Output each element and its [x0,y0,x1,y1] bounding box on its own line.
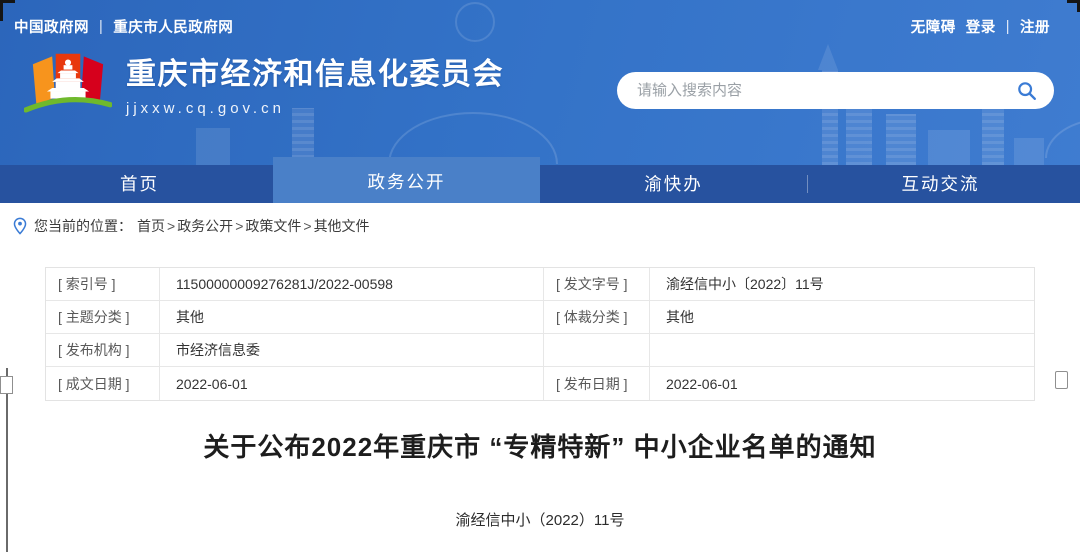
breadcrumb: 您当前的位置： 首页 > 政务公开 > 政策文件 > 其他文件 [13,216,1080,236]
breadcrumb-separator: > [303,218,311,234]
search-icon[interactable] [1014,78,1040,104]
meta-label-genre-category: [ 体裁分类 ] [544,301,650,333]
meta-label-index-number: [ 索引号 ] [46,268,160,300]
search-input[interactable] [637,82,1014,99]
tab-government-affairs[interactable]: 政务公开 [273,157,540,203]
link-gov-cn[interactable]: 中国政府网 [14,16,89,37]
table-row: [ 索引号 ] 11500000009276281J/2022-00598 [ … [46,268,1034,301]
tab-home[interactable]: 首页 [6,165,273,203]
location-pin-icon [13,217,27,235]
screenshot-corner-mark-top-right [1067,0,1080,12]
meta-value-empty [650,334,1034,366]
page: 中国政府网 | 重庆市人民政府网 无障碍 登录 | 注册 [0,0,1080,552]
meta-label-publish-date: [ 发布日期 ] [544,367,650,400]
breadcrumb-separator: > [167,218,175,234]
breadcrumb-gov-affairs[interactable]: 政务公开 [177,216,233,236]
top-bar-left: 中国政府网 | 重庆市人民政府网 [14,16,233,37]
meta-value-publish-date: 2022-06-01 [650,367,1034,400]
meta-value-genre-category: 其他 [650,301,1034,333]
top-bar-separator: | [99,19,103,35]
login-link[interactable]: 登录 [966,16,996,37]
meta-value-doc-symbol: 渝经信中小〔2022〕11号 [650,268,1034,300]
site-brand[interactable]: 重庆市经济和信息化委员会 jjxxw.cq.gov.cn [24,52,504,129]
main-nav: 首页 政务公开 渝快办 互动交流 [0,157,1080,203]
meta-label-doc-symbol: [ 发文字号 ] [544,268,650,300]
main-content: 您当前的位置： 首页 > 政务公开 > 政策文件 > 其他文件 [ 索引号 ] … [0,203,1080,552]
article-doc-number: 渝经信中小（2022）11号 [0,509,1080,530]
tab-yukuaiban[interactable]: 渝快办 [540,165,807,203]
meta-label-empty [544,334,650,366]
screenshot-edge-line [6,368,8,552]
screenshot-selection-handle-left [0,376,13,394]
meta-value-index-number: 11500000009276281J/2022-00598 [160,268,544,300]
meta-value-topic-category: 其他 [160,301,544,333]
table-row: [ 主题分类 ] 其他 [ 体裁分类 ] 其他 [46,301,1034,334]
meta-label-topic-category: [ 主题分类 ] [46,301,160,333]
site-logo-icon [24,52,112,129]
link-cq-gov[interactable]: 重庆市人民政府网 [113,16,233,37]
meta-value-written-date: 2022-06-01 [160,367,544,400]
nav-tabs: 首页 政务公开 渝快办 互动交流 [6,157,1074,203]
breadcrumb-separator: > [235,218,243,234]
register-link[interactable]: 注册 [1020,16,1050,37]
top-bar-separator: | [1006,19,1010,35]
site-header: 中国政府网 | 重庆市人民政府网 无障碍 登录 | 注册 [0,0,1080,203]
meta-label-written-date: [ 成文日期 ] [46,367,160,400]
search-bar [617,72,1054,109]
breadcrumb-policy-files[interactable]: 政策文件 [245,216,301,236]
brand-text: 重庆市经济和信息化委员会 jjxxw.cq.gov.cn [126,52,504,117]
meta-value-issuing-agency: 市经济信息委 [160,334,544,366]
breadcrumb-prefix: 您当前的位置： [34,216,132,236]
top-bar: 中国政府网 | 重庆市人民政府网 无障碍 登录 | 注册 [14,16,1050,37]
screenshot-corner-mark-top-left [0,0,15,21]
breadcrumb-home[interactable]: 首页 [137,216,165,236]
document-meta-table: [ 索引号 ] 11500000009276281J/2022-00598 [ … [45,267,1035,401]
tab-interaction[interactable]: 互动交流 [807,165,1074,203]
top-bar-right: 无障碍 登录 | 注册 [911,16,1050,37]
site-name: 重庆市经济和信息化委员会 [126,58,504,93]
breadcrumb-other-files[interactable]: 其他文件 [314,216,370,236]
article-title: 关于公布2022年重庆市 “专精特新” 中小企业名单的通知 [0,427,1080,464]
meta-label-issuing-agency: [ 发布机构 ] [46,334,160,366]
accessibility-link[interactable]: 无障碍 [911,16,956,37]
skyline-bridge-arch-2 [1045,118,1080,158]
site-domain: jjxxw.cq.gov.cn [126,100,504,117]
table-row: [ 成文日期 ] 2022-06-01 [ 发布日期 ] 2022-06-01 [46,367,1034,400]
screenshot-selection-handle-right [1055,371,1068,389]
table-row: [ 发布机构 ] 市经济信息委 [46,334,1034,367]
skyline-tower-spire [818,44,838,70]
